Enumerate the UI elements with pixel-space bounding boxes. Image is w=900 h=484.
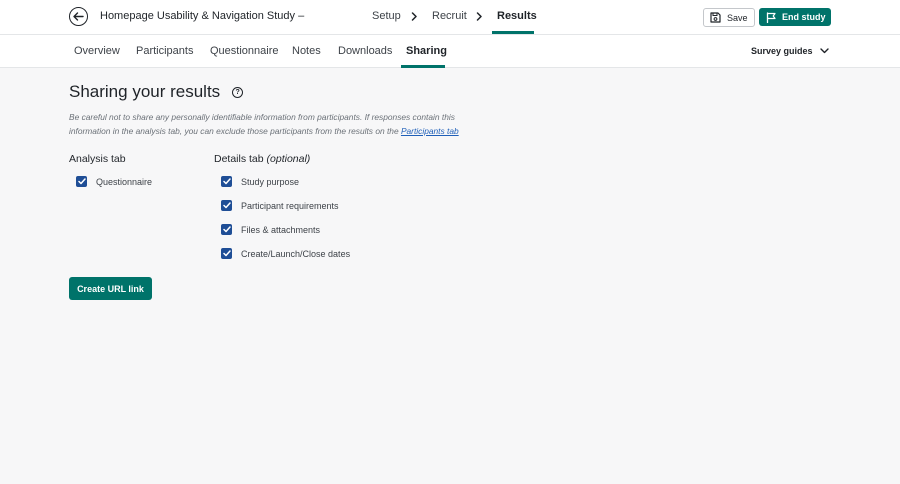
checkbox-study-purpose[interactable]: Study purpose (221, 176, 299, 187)
checkbox-checked-icon[interactable] (221, 200, 232, 211)
analysis-tab-title: Analysis tab (69, 153, 126, 165)
step-recruit[interactable]: Recruit (432, 10, 467, 22)
checkbox-checked-icon[interactable] (221, 248, 232, 259)
checkbox-checked-icon[interactable] (76, 176, 87, 187)
chevron-right-icon (411, 12, 417, 21)
study-title: Homepage Usability & Navigation Study – … (100, 10, 305, 22)
end-study-label: End study (782, 12, 826, 22)
checkbox-dates[interactable]: Create/Launch/Close dates (221, 248, 350, 259)
tab-questionnaire[interactable]: Questionnaire (210, 45, 279, 57)
checkbox-files-attachments[interactable]: Files & attachments (221, 224, 320, 235)
tab-downloads[interactable]: Downloads (338, 45, 392, 57)
chevron-down-icon (819, 48, 829, 54)
save-button[interactable]: Save (703, 8, 755, 27)
checkbox-label: Questionnaire (96, 176, 153, 187)
checkbox-label: Files & attachments (241, 224, 321, 235)
analysis-tab-label: Analysis tab (69, 153, 126, 165)
tab-sharing[interactable]: Sharing (406, 45, 447, 57)
floppy-disk-icon (710, 12, 721, 23)
arrow-left-icon (73, 12, 84, 21)
checkbox-label: Study purpose (241, 176, 300, 187)
step-setup[interactable]: Setup (372, 10, 401, 22)
create-url-link-button[interactable]: Create URL link (69, 277, 152, 300)
checkbox-participant-requirements[interactable]: Participant requirements (221, 200, 339, 211)
warning-text: Be careful not to share any personally i… (69, 112, 455, 136)
pii-warning: Be careful not to share any personally i… (69, 110, 489, 138)
survey-guides-dropdown[interactable]: Survey guides (751, 46, 829, 56)
top-bar: Homepage Usability & Navigation Study – … (0, 0, 900, 34)
flag-icon (766, 11, 776, 23)
details-tab-title: Details tab (optional) (214, 153, 310, 165)
checkbox-checked-icon[interactable] (221, 224, 232, 235)
step-results[interactable]: Results (497, 10, 537, 22)
details-tab-label: Details tab (214, 153, 264, 165)
page-heading: Sharing your results ? (69, 82, 244, 102)
section-tabs: Overview Participants Questionnaire Note… (0, 34, 900, 68)
back-button[interactable] (69, 7, 88, 26)
save-label: Save (727, 12, 748, 23)
tab-notes[interactable]: Notes (292, 45, 321, 57)
optional-label: (optional) (266, 153, 311, 165)
checkbox-checked-icon[interactable] (221, 176, 232, 187)
checkbox-questionnaire[interactable]: Questionnaire (76, 176, 152, 187)
tab-participants[interactable]: Participants (136, 45, 193, 57)
help-icon[interactable]: ? (232, 86, 244, 98)
participants-tab-link[interactable]: Participants tab (401, 126, 459, 136)
chevron-right-icon (476, 12, 482, 21)
active-tab-indicator (401, 65, 445, 68)
checkbox-label: Participant requirements (241, 200, 339, 211)
survey-guides-label: Survey guides (751, 46, 813, 56)
checkbox-label: Create/Launch/Close dates (241, 248, 351, 259)
page-title: Sharing your results (69, 82, 221, 101)
tab-overview[interactable]: Overview (74, 45, 120, 57)
end-study-button[interactable]: End study (759, 8, 831, 26)
